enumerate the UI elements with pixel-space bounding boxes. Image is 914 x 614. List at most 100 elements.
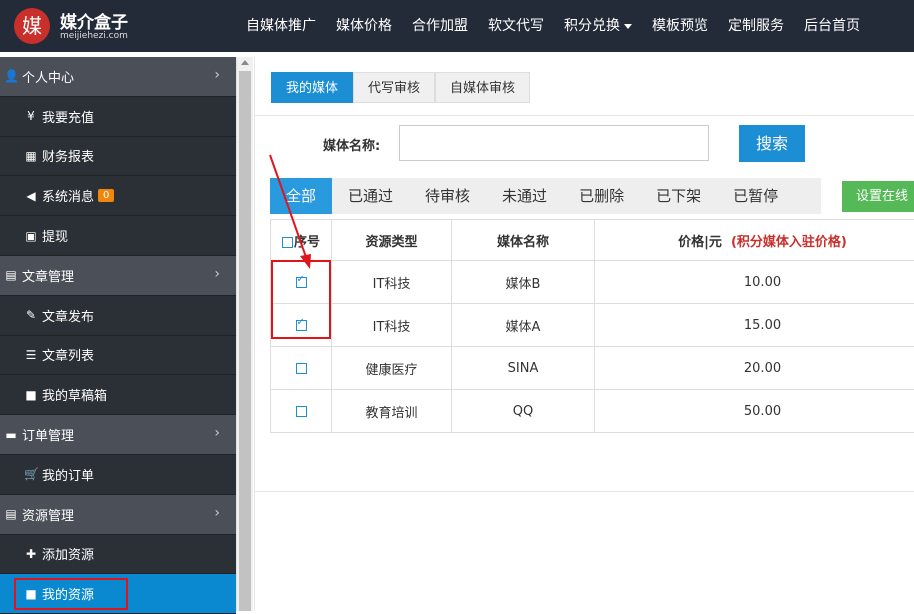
active-item-highlight-box bbox=[14, 578, 128, 610]
scroll-up-icon[interactable] bbox=[241, 60, 249, 65]
video-icon: ■ bbox=[24, 388, 38, 402]
nav-media-price[interactable]: 媒体价格 bbox=[326, 0, 402, 52]
row-price: 20.00 bbox=[595, 347, 914, 390]
sidebar-item-label: 我的草稿箱 bbox=[42, 385, 107, 404]
message-count-badge: 0 bbox=[98, 189, 114, 202]
status-filters: 全部 已通过 待审核 未通过 已删除 已下架 已暂停 bbox=[270, 178, 821, 214]
sidebar-item-2[interactable]: ▦ 财务报表 bbox=[0, 137, 236, 177]
table-row[interactable]: IT科技媒体A15.00 bbox=[271, 304, 914, 347]
sidebar-item-1[interactable]: ¥ 我要充值 bbox=[0, 97, 236, 137]
resource-icon: ▤ bbox=[4, 507, 18, 521]
sidebar-item-label: 文章管理 bbox=[22, 266, 74, 285]
book-icon: ▤ bbox=[4, 268, 18, 282]
nav-self-media[interactable]: 自媒体推广 bbox=[236, 0, 326, 52]
sidebar-item-5[interactable]: ▤ 文章管理 › bbox=[0, 256, 236, 296]
row-checkbox[interactable] bbox=[296, 406, 307, 417]
filter-rejected[interactable]: 未通过 bbox=[486, 178, 563, 214]
sidebar-item-label: 添加资源 bbox=[42, 544, 94, 563]
filter-all[interactable]: 全部 bbox=[270, 178, 332, 214]
nav-dashboard[interactable]: 后台首页 bbox=[794, 0, 870, 52]
yen-icon: ¥ bbox=[24, 109, 38, 123]
tab-self-media-review[interactable]: 自媒体审核 bbox=[435, 72, 530, 103]
row-type: IT科技 bbox=[332, 304, 452, 347]
table-row[interactable]: IT科技媒体B10.00 bbox=[271, 261, 914, 304]
plus-icon: ✚ bbox=[24, 547, 38, 561]
filter-paused[interactable]: 已暂停 bbox=[717, 178, 794, 214]
sidebar-item-label: 文章列表 bbox=[42, 345, 94, 364]
row-name: QQ bbox=[452, 390, 595, 433]
logo-domain: meijiehezi.com bbox=[60, 31, 128, 41]
row-price: 10.00 bbox=[595, 261, 914, 304]
filter-deleted[interactable]: 已删除 bbox=[563, 178, 640, 214]
sidebar-item-11[interactable]: ▤资源管理› bbox=[0, 495, 236, 535]
chevron-right-icon: › bbox=[214, 425, 220, 441]
nav-writing[interactable]: 软文代写 bbox=[478, 0, 554, 52]
sidebar-scrollbar[interactable] bbox=[236, 57, 253, 611]
header-type: 资源类型 bbox=[332, 220, 452, 261]
row-price: 50.00 bbox=[595, 390, 914, 433]
sidebar-item-7[interactable]: ☰文章列表 bbox=[0, 336, 236, 376]
sidebar-item-10[interactable]: 🛒 我的订单 bbox=[0, 455, 236, 495]
row-price: 15.00 bbox=[595, 304, 914, 347]
tab-my-media[interactable]: 我的媒体 bbox=[271, 72, 353, 103]
sidebar-item-label: 订单管理 bbox=[22, 425, 74, 444]
nav-custom[interactable]: 定制服务 bbox=[718, 0, 794, 52]
sidebar-item-label: 文章发布 bbox=[42, 306, 94, 325]
row-checkbox[interactable] bbox=[296, 363, 307, 374]
row-type: 教育培训 bbox=[332, 390, 452, 433]
chevron-right-icon: › bbox=[214, 266, 220, 282]
table-row[interactable]: 健康医疗SINA20.00 bbox=[271, 347, 914, 390]
sidebar-item-8[interactable]: ■ 我的草稿箱 bbox=[0, 375, 236, 415]
top-nav: 自媒体推广 媒体价格 合作加盟 软文代写 积分兑换 模板预览 定制服务 后台首页 bbox=[236, 0, 870, 52]
speaker-icon: ◀ bbox=[24, 189, 38, 203]
sidebar-item-9[interactable]: ▬ 订单管理 › bbox=[0, 415, 236, 455]
filter-pending[interactable]: 待审核 bbox=[409, 178, 486, 214]
header-price-note: (积分媒体入驻价格) bbox=[731, 235, 847, 250]
header-name: 媒体名称 bbox=[452, 220, 595, 261]
nav-templates[interactable]: 模板预览 bbox=[642, 0, 718, 52]
media-tabs: 我的媒体 代写审核 自媒体审核 bbox=[271, 72, 530, 103]
nav-points[interactable]: 积分兑换 bbox=[554, 0, 642, 52]
sidebar-item-label: 我要充值 bbox=[42, 107, 94, 126]
row-checkbox-cell bbox=[271, 347, 332, 390]
sidebar-item-6[interactable]: ✎ 文章发布 bbox=[0, 296, 236, 336]
sidebar-item-label: 个人中心 bbox=[22, 67, 74, 86]
sidebar-item-12[interactable]: ✚ 添加资源 bbox=[0, 535, 236, 575]
table-row[interactable]: 教育培训QQ50.00 bbox=[271, 390, 914, 433]
sidebar-item-13[interactable]: ■我的资源 bbox=[0, 574, 236, 614]
row-name: SINA bbox=[452, 347, 595, 390]
top-bar: 媒 媒介盒子 meijiehezi.com 自媒体推广 媒体价格 合作加盟 软文… bbox=[0, 0, 914, 52]
row-type: 健康医疗 bbox=[332, 347, 452, 390]
search-button[interactable]: 搜索 bbox=[739, 125, 805, 162]
row-name: 媒体B bbox=[452, 261, 595, 304]
cart-icon: 🛒 bbox=[24, 467, 38, 481]
nav-join[interactable]: 合作加盟 bbox=[402, 0, 478, 52]
logo-icon[interactable]: 媒 bbox=[14, 8, 50, 44]
grid-icon: ▦ bbox=[24, 149, 38, 163]
table-header-row: 序号 资源类型 媒体名称 价格|元 (积分媒体入驻价格) bbox=[271, 220, 914, 261]
row-checkbox-cell bbox=[271, 390, 332, 433]
set-online-button[interactable]: 设置在线 bbox=[842, 181, 914, 212]
main-panel: 我的媒体 代写审核 自媒体审核 媒体名称: 搜索 全部 已通过 待审核 未通过 … bbox=[254, 57, 914, 611]
folder-icon: ▬ bbox=[4, 428, 18, 442]
resource-table: 序号 资源类型 媒体名称 价格|元 (积分媒体入驻价格) IT科技媒体B10.0… bbox=[270, 219, 914, 433]
sidebar-item-4[interactable]: ▣提现 bbox=[0, 216, 236, 256]
sidebar-item-label: 资源管理 bbox=[22, 505, 74, 524]
scroll-thumb[interactable] bbox=[239, 71, 251, 611]
search-label: 媒体名称: bbox=[323, 135, 380, 154]
edit-icon: ✎ bbox=[24, 308, 38, 322]
tab-writing-review[interactable]: 代写审核 bbox=[353, 72, 435, 103]
header-index-label: 序号 bbox=[294, 235, 320, 250]
sidebar-item-3[interactable]: ◀ 系统消息 0 bbox=[0, 176, 236, 216]
header-price: 价格|元 (积分媒体入驻价格) bbox=[595, 220, 914, 261]
header-price-label: 价格|元 bbox=[678, 235, 722, 250]
sidebar-item-label: 财务报表 bbox=[42, 146, 94, 165]
sidebar-item-label: 系统消息 bbox=[42, 186, 94, 205]
sidebar-item-label: 我的订单 bbox=[42, 465, 94, 484]
filter-approved[interactable]: 已通过 bbox=[332, 178, 409, 214]
select-all-checkbox[interactable] bbox=[282, 237, 293, 248]
filter-offline[interactable]: 已下架 bbox=[640, 178, 717, 214]
media-name-input[interactable] bbox=[399, 125, 709, 161]
sidebar-item-0[interactable]: 👤个人中心› bbox=[0, 57, 236, 97]
logo-name[interactable]: 媒介盒子 bbox=[60, 8, 128, 33]
